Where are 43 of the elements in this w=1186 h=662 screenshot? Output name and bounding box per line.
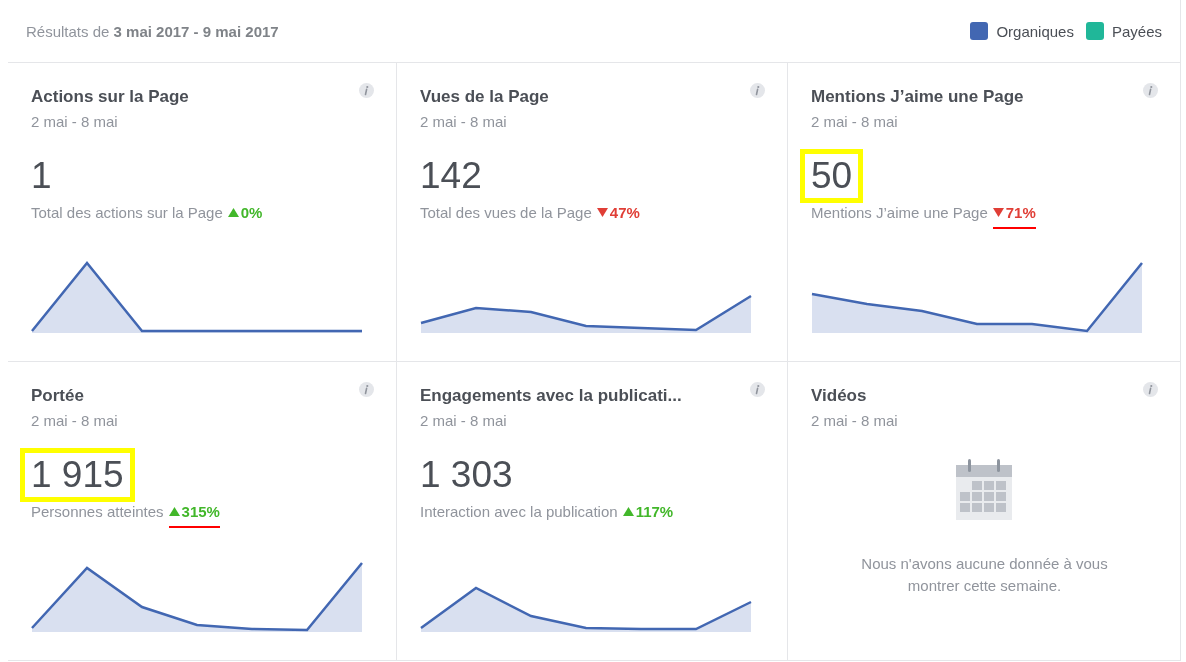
info-icon[interactable]: [750, 83, 765, 98]
metric-description: Total des actions sur la Page: [31, 204, 223, 221]
empty-message: Nous n'avons aucune donnée à vous montrer cette semaine.: [860, 553, 1109, 596]
card-title: Vues de la Page: [420, 87, 549, 107]
info-icon[interactable]: [750, 381, 765, 397]
down-triangle-icon: [992, 208, 1004, 217]
date-range: 2 mai - 8 mai: [420, 411, 508, 429]
metric-description: Personnes atteintes: [31, 502, 164, 520]
change-percentage: 117%: [622, 502, 674, 528]
info-icon[interactable]: [1143, 83, 1158, 98]
legend-label: Payées: [1111, 22, 1162, 40]
info-icon[interactable]: [359, 381, 374, 397]
info-icon[interactable]: [359, 83, 374, 98]
legend-label: Organiques: [996, 22, 1074, 40]
date-range: 2 mai - 8 mai: [31, 411, 119, 429]
metric-value: 142: [420, 156, 482, 196]
card-title: Engagements avec la publicati...: [420, 385, 682, 406]
card-title: Portée: [31, 385, 84, 406]
metric-value: 1: [31, 156, 52, 196]
up-triangle-icon: [227, 208, 239, 217]
date-range: 2 mai - 8 mai: [31, 113, 119, 130]
metric-description: Mentions J’aime une Page: [811, 204, 988, 221]
info-icon[interactable]: [1143, 381, 1158, 397]
up-triangle-icon: [168, 506, 180, 516]
down-triangle-icon: [596, 208, 608, 217]
date-range: 2 mai - 8 mai: [420, 113, 508, 130]
change-percentage: 71%: [992, 204, 1036, 229]
calendar-icon: [954, 458, 1015, 521]
metric-value: 1 915: [20, 447, 135, 502]
card-title: Mentions J’aime une Page: [811, 87, 1024, 107]
change-percentage: 47%: [596, 204, 640, 229]
metric-description: Interaction avec la publication: [420, 502, 618, 520]
date-range: 2 mai - 8 mai: [811, 411, 899, 429]
results-period: Résultats de 3 mai 2017 - 9 mai 2017: [26, 22, 279, 40]
up-triangle-icon: [622, 506, 634, 516]
card-title: Vidéos: [811, 385, 867, 406]
card-title: Actions sur la Page: [31, 87, 189, 107]
change-percentage: 0%: [227, 204, 263, 229]
metric-description: Total des vues de la Page: [420, 204, 592, 221]
change-percentage: 315%: [168, 502, 220, 528]
date-range: 2 mai - 8 mai: [811, 113, 899, 130]
metric-value: 50: [800, 149, 864, 203]
metric-value: 1 303: [420, 454, 513, 495]
